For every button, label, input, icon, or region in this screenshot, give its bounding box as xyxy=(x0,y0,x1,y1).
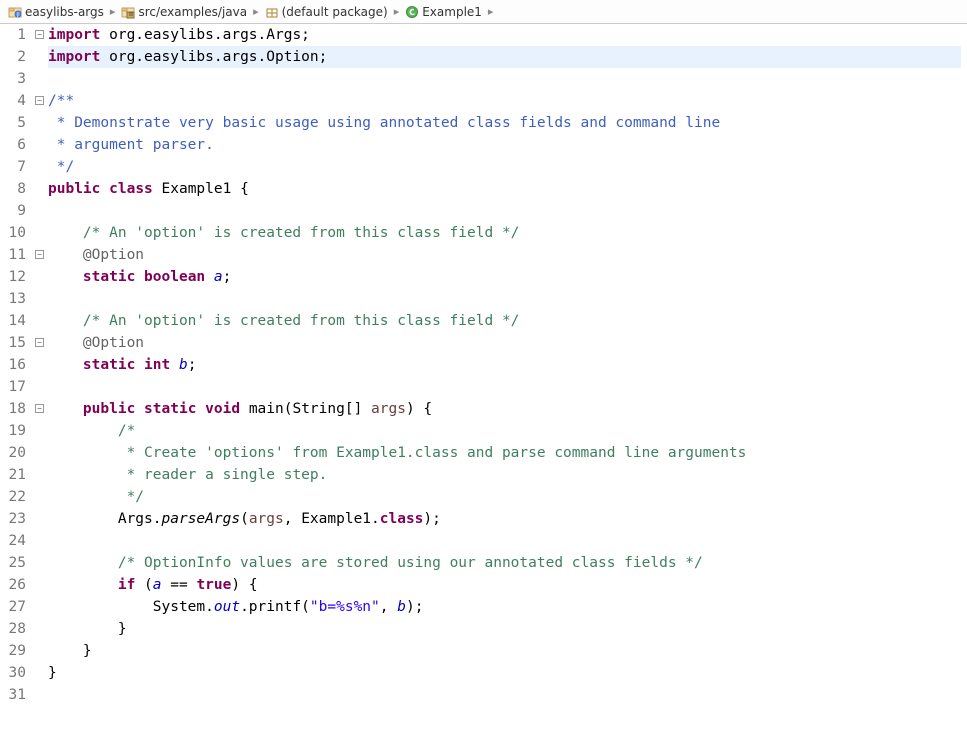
breadcrumb-src-folder[interactable]: src/examples/java xyxy=(119,4,249,20)
line-number: 6 xyxy=(0,134,26,156)
line-number: 21 xyxy=(0,464,26,486)
line-number: 16 xyxy=(0,354,26,376)
code-line[interactable]: import org.easylibs.args.Option; xyxy=(48,46,961,68)
code-line[interactable] xyxy=(48,68,961,90)
svg-text:J: J xyxy=(16,12,18,18)
breadcrumb-label: easylibs-args xyxy=(25,5,104,19)
line-number: 27 xyxy=(0,596,26,618)
line-number: 11 xyxy=(0,244,26,266)
line-number: 7 xyxy=(0,156,26,178)
line-number: 20 xyxy=(0,442,26,464)
line-number: 31 xyxy=(0,684,26,706)
line-number: 9 xyxy=(0,200,26,222)
breadcrumb-label: (default package) xyxy=(282,5,388,19)
fold-toggle[interactable]: − xyxy=(35,30,44,39)
code-line[interactable]: public static void main(String[] args) { xyxy=(48,398,961,420)
code-content[interactable]: import org.easylibs.args.Args;import org… xyxy=(48,24,967,739)
code-line[interactable]: public class Example1 { xyxy=(48,178,961,200)
breadcrumb-label: Example1 xyxy=(422,5,482,19)
breadcrumb-sep-icon: ▸ xyxy=(394,5,400,18)
code-line[interactable]: } xyxy=(48,618,961,640)
line-number: 15 xyxy=(0,332,26,354)
code-line[interactable]: @Option xyxy=(48,244,961,266)
line-number: 28 xyxy=(0,618,26,640)
code-line[interactable]: } xyxy=(48,662,961,684)
code-line[interactable] xyxy=(48,684,961,706)
line-number: 13 xyxy=(0,288,26,310)
line-number: 8 xyxy=(0,178,26,200)
code-line[interactable]: Args.parseArgs(args, Example1.class); xyxy=(48,508,961,530)
code-line[interactable]: /* An 'option' is created from this clas… xyxy=(48,310,961,332)
line-number: 30 xyxy=(0,662,26,684)
breadcrumb-package[interactable]: (default package) xyxy=(263,4,390,20)
fold-toggle[interactable]: − xyxy=(35,404,44,413)
code-line[interactable]: * argument parser. xyxy=(48,134,961,156)
line-number: 19 xyxy=(0,420,26,442)
class-runnable-icon: C xyxy=(405,5,419,19)
code-line[interactable] xyxy=(48,200,961,222)
editor-area[interactable]: 1234567891011121314151617181920212223242… xyxy=(0,24,967,739)
line-number: 5 xyxy=(0,112,26,134)
code-line[interactable]: System.out.printf("b=%s%n", b); xyxy=(48,596,961,618)
line-number: 4 xyxy=(0,90,26,112)
code-line[interactable]: * reader a single step. xyxy=(48,464,961,486)
code-line[interactable]: * Create 'options' from Example1.class a… xyxy=(48,442,961,464)
breadcrumb-sep-icon: ▸ xyxy=(110,5,116,18)
code-line[interactable]: static boolean a; xyxy=(48,266,961,288)
breadcrumb-sep-icon: ▸ xyxy=(488,5,494,18)
code-line[interactable] xyxy=(48,530,961,552)
fold-toggle[interactable]: − xyxy=(35,250,44,259)
fold-toggle[interactable]: − xyxy=(35,338,44,347)
breadcrumb-sep-icon: ▸ xyxy=(253,5,259,18)
code-line[interactable]: /* OptionInfo values are stored using ou… xyxy=(48,552,961,574)
code-line[interactable]: /* An 'option' is created from this clas… xyxy=(48,222,961,244)
line-number: 12 xyxy=(0,266,26,288)
project-icon: J xyxy=(8,5,22,19)
code-line[interactable]: * Demonstrate very basic usage using ann… xyxy=(48,112,961,134)
code-line[interactable]: static int b; xyxy=(48,354,961,376)
line-number: 29 xyxy=(0,640,26,662)
code-line[interactable]: if (a == true) { xyxy=(48,574,961,596)
code-line[interactable] xyxy=(48,288,961,310)
code-line[interactable]: /* xyxy=(48,420,961,442)
line-number: 1 xyxy=(0,24,26,46)
line-number: 23 xyxy=(0,508,26,530)
breadcrumb-label: src/examples/java xyxy=(138,5,247,19)
line-number: 3 xyxy=(0,68,26,90)
src-folder-icon xyxy=(121,5,135,19)
package-icon xyxy=(265,5,279,19)
line-number-gutter: 1234567891011121314151617181920212223242… xyxy=(0,24,34,739)
breadcrumb-class[interactable]: C Example1 xyxy=(403,4,484,20)
line-number: 2 xyxy=(0,46,26,68)
code-line[interactable]: @Option xyxy=(48,332,961,354)
line-number: 17 xyxy=(0,376,26,398)
folding-column: − − − − − xyxy=(34,24,48,739)
breadcrumb: J easylibs-args ▸ src/examples/java ▸ (d… xyxy=(0,0,967,24)
line-number: 26 xyxy=(0,574,26,596)
line-number: 25 xyxy=(0,552,26,574)
breadcrumb-project[interactable]: J easylibs-args xyxy=(6,4,106,20)
fold-toggle[interactable]: − xyxy=(35,96,44,105)
line-number: 10 xyxy=(0,222,26,244)
line-number: 24 xyxy=(0,530,26,552)
code-line[interactable]: import org.easylibs.args.Args; xyxy=(48,24,961,46)
code-line[interactable]: /** xyxy=(48,90,961,112)
line-number: 22 xyxy=(0,486,26,508)
line-number: 14 xyxy=(0,310,26,332)
line-number: 18 xyxy=(0,398,26,420)
code-line[interactable]: */ xyxy=(48,486,961,508)
code-line[interactable]: } xyxy=(48,640,961,662)
code-line[interactable]: */ xyxy=(48,156,961,178)
code-line[interactable] xyxy=(48,376,961,398)
